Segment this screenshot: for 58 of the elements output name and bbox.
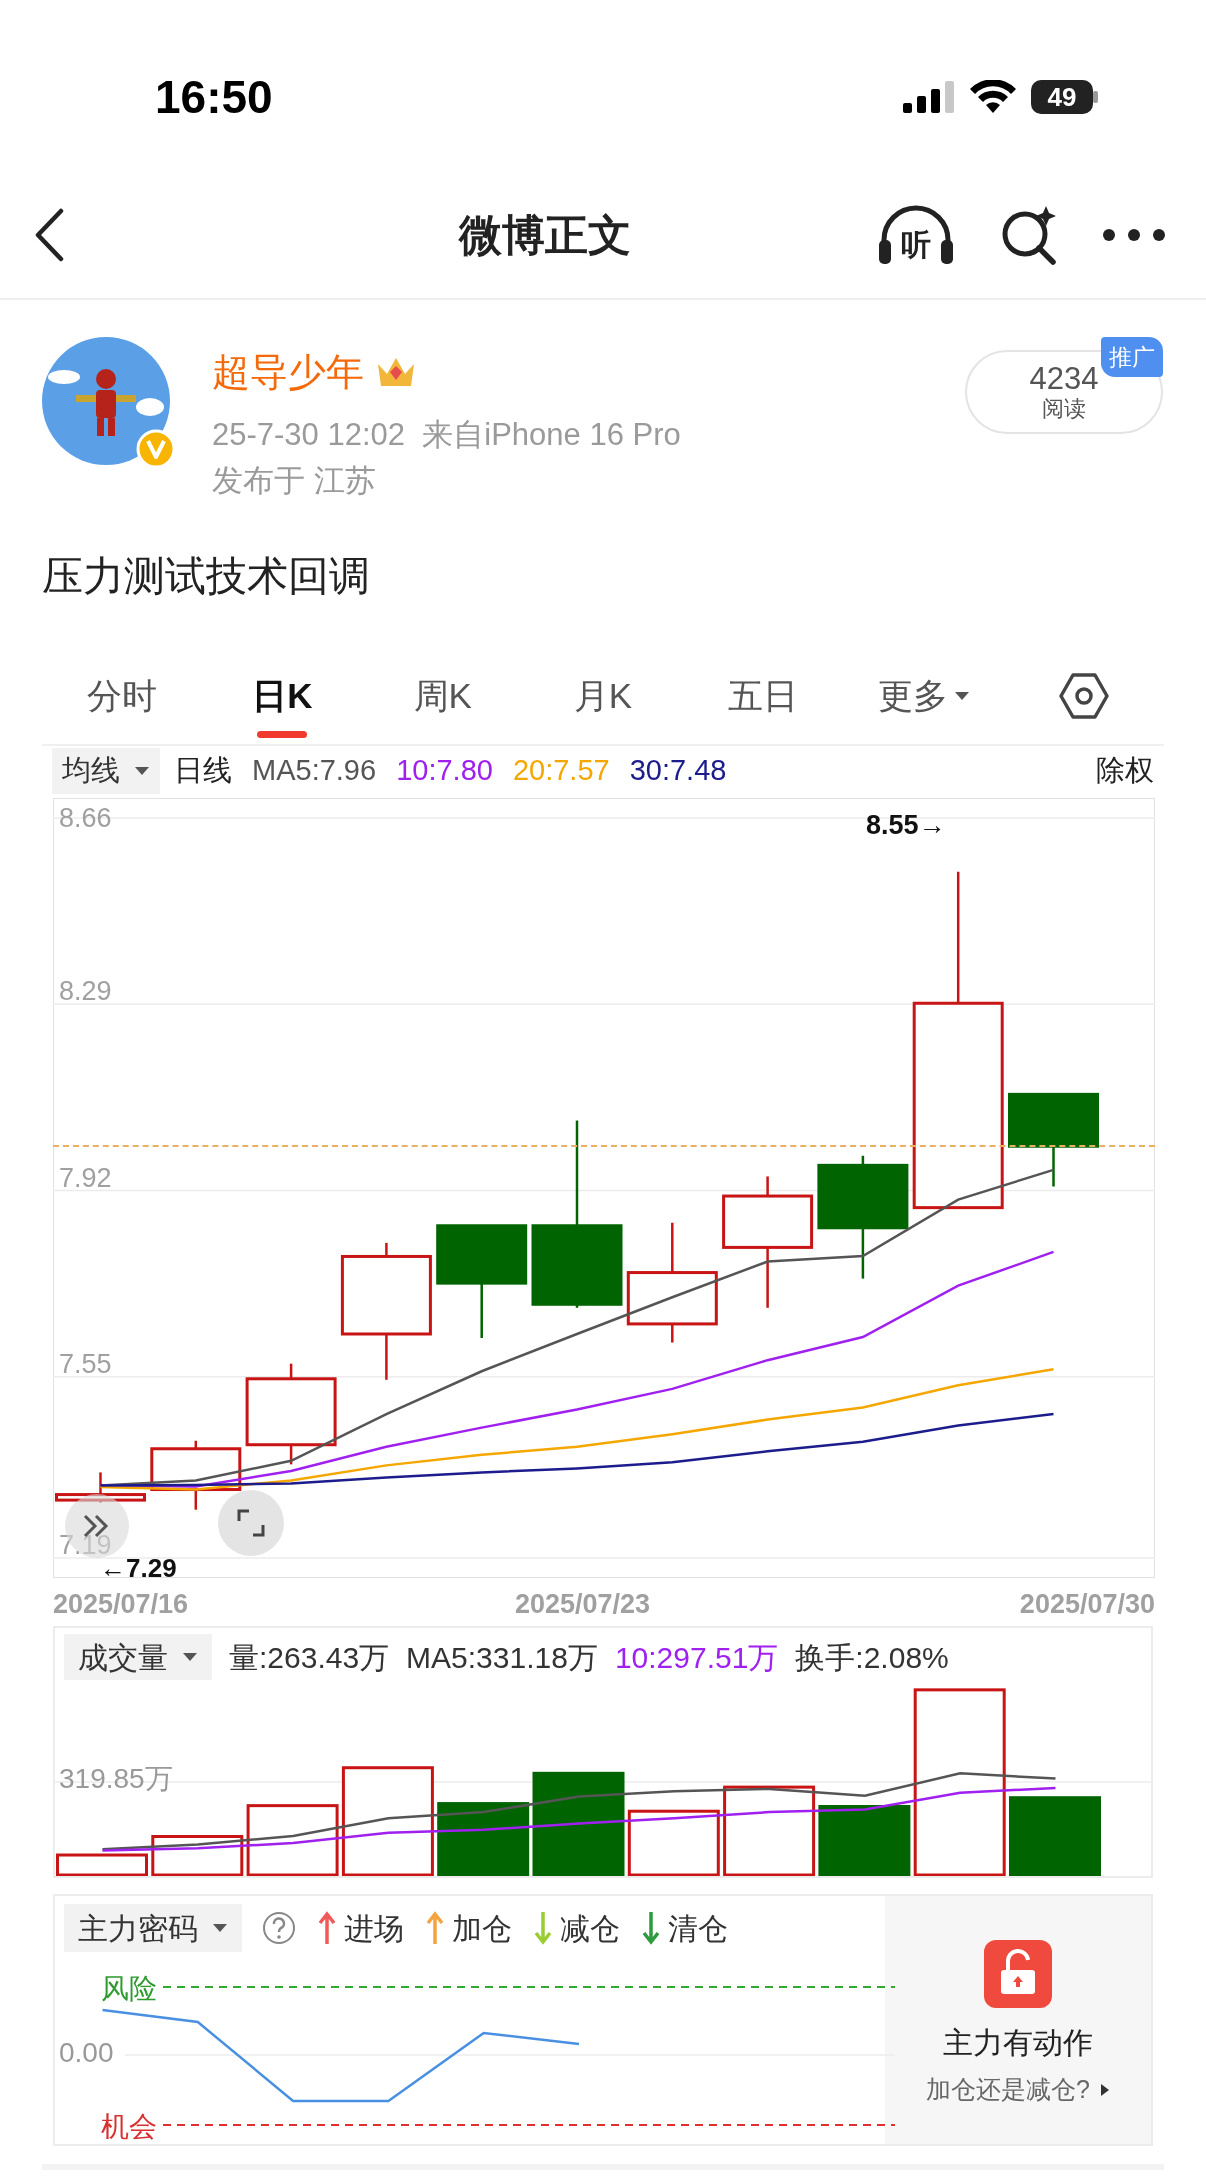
promo-subtitle: 加仓还是减仓? (926, 2074, 1090, 2105)
status-time: 16:50 (155, 69, 273, 125)
zero-tick-label: 0.00 (59, 2036, 114, 2070)
date-axis-label: 2025/07/23 (515, 1588, 651, 1621)
expand-icon (236, 1508, 266, 1538)
volume-reading: 量:263.43万 (229, 1639, 390, 1676)
help-icon[interactable] (262, 1911, 296, 1945)
page-title: 微博正文 (459, 209, 631, 261)
date-axis-label: 2025/07/30 (1019, 1588, 1155, 1621)
unlock-icon (984, 1940, 1052, 2008)
legend-label: 减仓 (560, 1910, 620, 1947)
volume-reading: MA5:331.18万 (406, 1639, 598, 1676)
battery-indicator: 49 (1031, 80, 1093, 114)
caret-icon (182, 1652, 198, 1662)
selected-tab-indicator (257, 731, 308, 738)
post-location: 发布于 江苏 (212, 462, 377, 500)
volume-reading: 换手:2.08% (795, 1639, 949, 1676)
indicator-selector[interactable]: 均线 (52, 748, 160, 794)
date-axis-label: 2025/07/16 (53, 1588, 189, 1621)
ma-reading: MA5:7.96 (252, 753, 377, 789)
back-icon[interactable] (34, 208, 64, 262)
opportunity-label: 机会 (101, 2110, 157, 2144)
legend-label: 清仓 (668, 1910, 728, 1947)
chart-tab[interactable]: 日K (202, 648, 363, 744)
risk-label: 风险 (101, 1972, 157, 2006)
caret-icon (212, 1923, 228, 1933)
ma-reading: 20:7.57 (512, 753, 610, 789)
listen-button[interactable]: 听 (876, 202, 956, 268)
axis-tick-label: 8.66 (59, 803, 112, 833)
period-label: 日线 (174, 753, 232, 789)
legend-label: 进场 (344, 1910, 404, 1947)
promo-card[interactable]: 主力有动作 加仓还是减仓? (885, 1896, 1151, 2144)
ma-reading: 30:7.48 (629, 753, 727, 789)
read-count: 4234 (1029, 362, 1099, 396)
axis-tick-label: 7.92 (59, 1162, 112, 1193)
volume-reading: 10:297.51万 (614, 1639, 779, 1676)
post-meta: 25-7-30 12:02 来自iPhone 16 Pro (212, 416, 681, 454)
axis-tick-label: 8.29 (59, 976, 112, 1007)
wifi-icon (969, 80, 1017, 114)
signal-icon (903, 81, 955, 113)
caret-icon (953, 691, 970, 701)
volume-tick-label: 319.85万 (59, 1762, 173, 1796)
post-text: 压力测试技术回调 (41, 552, 371, 601)
high-price-label: 8.55→ (866, 810, 946, 840)
settings-icon (1058, 673, 1109, 719)
volume-selector[interactable]: 成交量 (64, 1634, 212, 1680)
chevron-right-icon (1099, 2082, 1110, 2097)
main-force-selector[interactable]: 主力密码 (64, 1904, 242, 1952)
caret-icon (134, 766, 150, 776)
more-icon[interactable] (1102, 228, 1166, 242)
promo-title: 主力有动作 (943, 2025, 1093, 2061)
legend-label: 加仓 (452, 1910, 512, 1947)
promotion-badge: 推广 (1101, 337, 1163, 377)
read-label: 阅读 (1042, 396, 1086, 422)
ex-rights-toggle[interactable]: 除权 (1096, 749, 1154, 793)
battery-cap-icon (1093, 91, 1098, 103)
ma-reading: 10:7.80 (396, 753, 493, 789)
axis-tick-label: 7.55 (59, 1348, 112, 1379)
